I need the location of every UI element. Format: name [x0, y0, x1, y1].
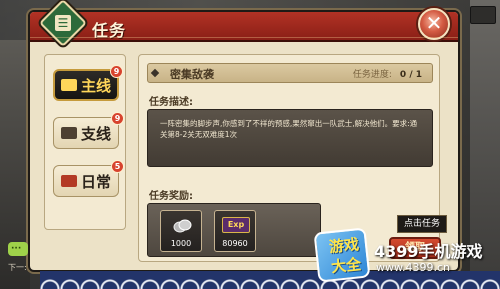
- tab-side-quest-label: 支线: [80, 124, 111, 143]
- tab-main-quest-badge: 9: [110, 65, 123, 78]
- reward-label: 任务奖励:: [149, 191, 193, 202]
- tab-main-quest[interactable]: 主线 9: [53, 65, 123, 101]
- close-button[interactable]: ✕: [418, 8, 450, 40]
- quest-progress-label: 任务进度:: [352, 70, 392, 80]
- quest-progress-value: 0 / 1: [399, 70, 422, 80]
- house-icon: [60, 175, 77, 187]
- reward-box: 1000 Exp 80960: [147, 203, 321, 257]
- watermark-logo-text: 游戏大全: [328, 235, 362, 277]
- window-title: 任务: [92, 21, 127, 40]
- reward-item-exp[interactable]: Exp 80960: [214, 210, 256, 252]
- description-label: 任务描述:: [149, 97, 193, 108]
- watermark-logo: 游戏大全: [313, 227, 371, 283]
- tab-daily-quest-badge: 5: [111, 160, 124, 173]
- quest-category-tabs: 主线 9 支线 9 日常 5: [44, 54, 126, 230]
- quest-name: 密集敌袭: [170, 68, 214, 81]
- exp-icon: Exp: [222, 217, 250, 233]
- tab-daily-quest-label: 日常: [80, 172, 111, 191]
- site-watermark: 游戏大全 4399手机游戏 www.4399.cn: [313, 227, 500, 289]
- tab-daily-quest[interactable]: 日常 5: [53, 160, 124, 197]
- quest-header-row[interactable]: 密集敌袭 任务进度: 0 / 1: [147, 63, 433, 83]
- quest-description-box: 一阵密集的脚步声,你感到了不祥的预感,果然窜出一队武士,解决他们。要求:通关第8…: [147, 109, 433, 167]
- title-bar: ☰ 任务 ✕: [30, 0, 458, 48]
- quest-progress: 任务进度: 0 / 1: [353, 67, 422, 80]
- coin-icon: [173, 219, 192, 233]
- background-corner-tag: [470, 6, 496, 24]
- bottom-left-label: 下一:: [8, 263, 27, 272]
- tab-side-quest-badge: 9: [111, 112, 124, 125]
- reward-item-coin[interactable]: 1000: [160, 210, 202, 252]
- tab-side-quest[interactable]: 支线 9: [53, 112, 124, 149]
- reward-exp-amount: 80960: [222, 239, 248, 248]
- chat-icon: ···: [11, 244, 22, 254]
- watermark-title: 4399手机游戏: [374, 242, 483, 261]
- scroll-icon: ☰: [55, 15, 71, 31]
- reward-coin-amount: 1000: [170, 239, 192, 248]
- diamond-icon: [150, 68, 160, 78]
- tab-main-quest-label: 主线: [80, 76, 111, 95]
- quest-description: 一阵密集的脚步声,你感到了不祥的预感,果然窜出一队武士,解决他们。要求:通关第8…: [160, 119, 418, 139]
- flag-icon: [60, 79, 77, 91]
- flag-icon: [60, 127, 77, 139]
- watermark-url: www.4399.cn: [376, 261, 450, 274]
